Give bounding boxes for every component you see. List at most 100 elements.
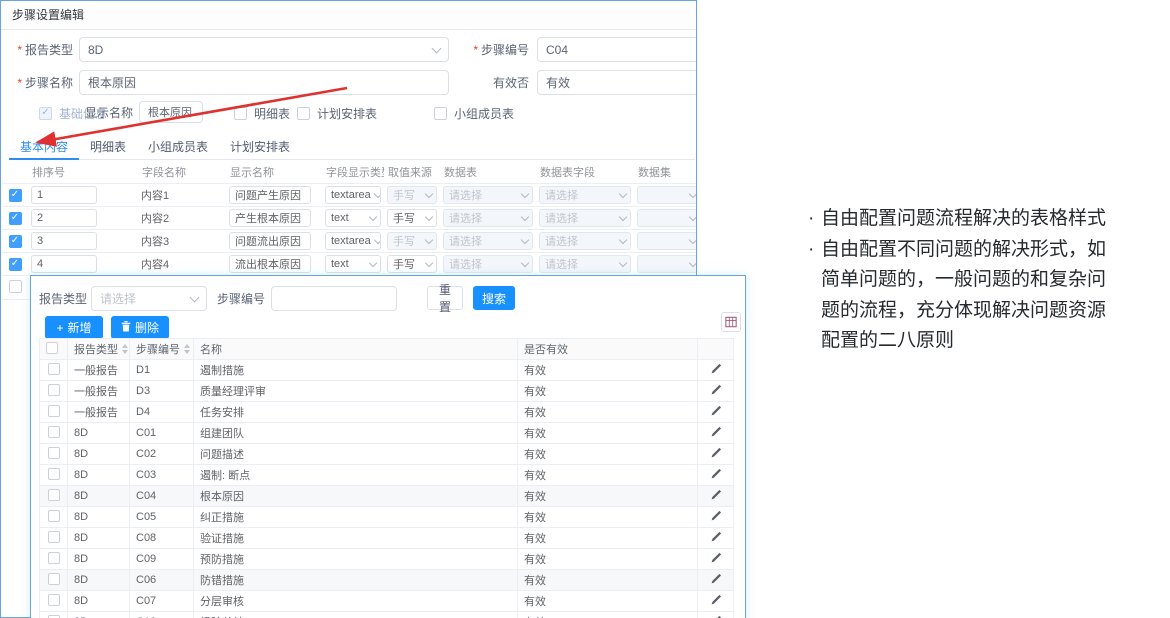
value-source-select[interactable]: 手写 <box>387 186 437 204</box>
display-name-cell-input[interactable]: 产生根本原因 <box>229 209 311 227</box>
edit-cell[interactable] <box>698 549 734 570</box>
edit-cell[interactable] <box>698 381 734 402</box>
data-table-select[interactable]: 请选择 <box>443 209 533 227</box>
field-type-select[interactable]: textarea <box>325 232 381 250</box>
delete-button[interactable]: 删除 <box>111 316 169 339</box>
tab-0[interactable]: 基本内容 <box>9 132 79 160</box>
edit-cell[interactable] <box>698 360 734 381</box>
field-type-select[interactable]: text <box>325 255 381 273</box>
data-table-select[interactable]: 请选择 <box>443 232 533 250</box>
add-button[interactable]: +新增 <box>45 316 103 339</box>
display-name-input[interactable] <box>139 101 203 123</box>
display-name-cell-input[interactable]: 问题产生原因 <box>229 186 311 204</box>
row-checkbox[interactable] <box>48 363 60 375</box>
order-input[interactable]: 1 <box>31 186 97 204</box>
plan-table-checkbox-group[interactable]: 计划安排表 <box>297 105 377 121</box>
base-info-checkbox[interactable]: ✓ <box>39 107 52 120</box>
edit-pencil-icon[interactable] <box>710 615 722 618</box>
detail-table-checkbox-group[interactable]: 明细表 <box>234 105 290 121</box>
edit-pencil-icon[interactable] <box>710 405 722 417</box>
field-type-select[interactable]: textarea <box>325 186 381 204</box>
tab-1[interactable]: 明细表 <box>79 132 137 159</box>
edit-pencil-icon[interactable] <box>710 510 722 522</box>
edit-cell[interactable] <box>698 507 734 528</box>
edit-cell[interactable] <box>698 612 734 618</box>
edit-cell[interactable] <box>698 402 734 423</box>
data-table-select[interactable]: 请选择 <box>443 186 533 204</box>
edit-cell[interactable] <box>698 444 734 465</box>
row-checkbox[interactable] <box>48 594 60 606</box>
dataset-select[interactable] <box>637 209 696 227</box>
data-table-select[interactable]: 请选择 <box>443 255 533 273</box>
edit-pencil-icon[interactable] <box>710 468 722 480</box>
edit-pencil-icon[interactable] <box>710 594 722 606</box>
edit-cell[interactable] <box>698 486 734 507</box>
edit-pencil-icon[interactable] <box>710 573 722 585</box>
data-field-select[interactable]: 请选择 <box>539 232 631 250</box>
data-field-select[interactable]: 请选择 <box>539 255 631 273</box>
edit-pencil-icon[interactable] <box>710 384 722 396</box>
select-all-checkbox[interactable] <box>46 342 58 354</box>
row-checkbox[interactable] <box>48 615 60 618</box>
search-report-type-select[interactable]: 请选择 <box>91 286 207 311</box>
edit-cell[interactable] <box>698 528 734 549</box>
search-step-no-input[interactable] <box>271 286 397 311</box>
order-input[interactable]: 4 <box>31 255 97 273</box>
row-checkbox[interactable] <box>48 573 60 585</box>
column-settings-button[interactable] <box>721 312 741 332</box>
row-checkbox[interactable] <box>48 510 60 522</box>
dataset-select[interactable] <box>637 232 696 250</box>
step-name-input[interactable] <box>79 70 449 95</box>
row-checkbox[interactable]: ✓ <box>9 235 22 248</box>
dataset-select[interactable] <box>637 186 696 204</box>
data-field-select[interactable]: 请选择 <box>539 186 631 204</box>
report-type-select[interactable]: 8D <box>79 37 449 62</box>
edit-cell[interactable] <box>698 570 734 591</box>
row-checkbox[interactable] <box>48 384 60 396</box>
row-checkbox[interactable]: ✓ <box>9 258 22 271</box>
edit-pencil-icon[interactable] <box>710 489 722 501</box>
valid-input[interactable] <box>537 70 697 95</box>
value-source-select[interactable]: 手写 <box>387 232 437 250</box>
display-name-cell-input[interactable]: 流出根本原因 <box>229 255 311 273</box>
value-source-select[interactable]: 手写 <box>387 255 437 273</box>
row-checkbox[interactable] <box>9 280 22 293</box>
edit-pencil-icon[interactable] <box>710 363 722 375</box>
tab-2[interactable]: 小组成员表 <box>137 132 219 159</box>
sort-icon[interactable] <box>184 344 190 354</box>
member-table-checkbox-group[interactable]: 小组成员表 <box>434 105 514 121</box>
edit-pencil-icon[interactable] <box>710 552 722 564</box>
edit-cell[interactable] <box>698 423 734 444</box>
sort-icon[interactable] <box>122 344 128 354</box>
valid-cell: 有效 <box>518 360 698 381</box>
row-checkbox[interactable] <box>48 447 60 459</box>
order-input[interactable]: 2 <box>31 209 97 227</box>
step-no-input[interactable] <box>537 37 697 62</box>
row-checkbox[interactable] <box>48 426 60 438</box>
display-name-cell-input[interactable]: 问题流出原因 <box>229 232 311 250</box>
tab-3[interactable]: 计划安排表 <box>219 132 301 159</box>
row-checkbox[interactable] <box>48 468 60 480</box>
row-checkbox[interactable] <box>48 489 60 501</box>
member-table-checkbox[interactable] <box>434 107 447 120</box>
edit-pencil-icon[interactable] <box>710 531 722 543</box>
value-source-select[interactable]: 手写 <box>387 209 437 227</box>
plan-table-checkbox[interactable] <box>297 107 310 120</box>
edit-cell[interactable] <box>698 591 734 612</box>
reset-button[interactable]: 重置 <box>427 286 463 310</box>
field-type-select[interactable]: text <box>325 209 381 227</box>
search-button[interactable]: 搜索 <box>473 286 515 310</box>
name-cell: 任务安排 <box>194 402 518 423</box>
order-input[interactable]: 3 <box>31 232 97 250</box>
data-field-select[interactable]: 请选择 <box>539 209 631 227</box>
row-checkbox[interactable] <box>48 552 60 564</box>
row-checkbox[interactable] <box>48 531 60 543</box>
dataset-select[interactable] <box>637 255 696 273</box>
edit-pencil-icon[interactable] <box>710 447 722 459</box>
detail-table-checkbox[interactable] <box>234 107 247 120</box>
edit-pencil-icon[interactable] <box>710 426 722 438</box>
edit-cell[interactable] <box>698 465 734 486</box>
row-checkbox[interactable]: ✓ <box>9 212 22 225</box>
row-checkbox[interactable] <box>48 405 60 417</box>
row-checkbox[interactable]: ✓ <box>9 189 22 202</box>
